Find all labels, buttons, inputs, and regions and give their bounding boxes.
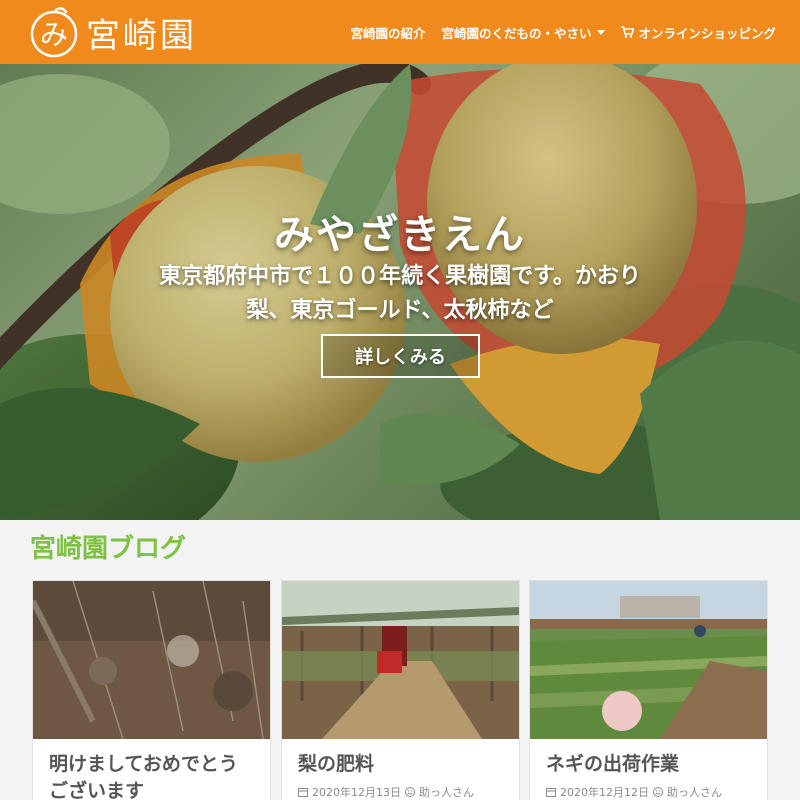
blog-card-image[interactable] (530, 581, 767, 739)
blog-card-title[interactable]: 明けましておめでとうございます (33, 739, 270, 800)
blog-card-title[interactable]: 梨の肥料 (282, 739, 519, 778)
blog-card-image[interactable] (282, 581, 519, 739)
logo-text: 宮崎園 (86, 15, 197, 56)
hero-subtitle: 東京都府中市で１００年続く果樹園です。かおり梨、東京ゴールド、太秋柿など (159, 264, 641, 323)
calendar-icon (546, 788, 556, 797)
post-author[interactable]: 助っ人さん (667, 784, 722, 800)
chevron-down-icon (597, 29, 606, 35)
post-author[interactable]: 助っ人さん (419, 784, 474, 800)
blog-card-image[interactable] (33, 581, 270, 739)
post-date: 2020年12月12日 (560, 786, 649, 799)
blog-card[interactable]: 梨の肥料 2020年12月13日 助っ人さん (281, 580, 520, 800)
blog-card-title[interactable]: ネギの出荷作業 (530, 739, 767, 778)
site-header: み 宮崎園 宮崎園の紹介 宮崎園のくだもの・やさい オンラインショッピング (0, 0, 800, 64)
main-nav: 宮崎園の紹介 宮崎園のくだもの・やさい オンラインショッピング (350, 0, 776, 64)
site-logo[interactable]: み 宮崎園 (26, 4, 197, 60)
calendar-icon (298, 788, 308, 797)
post-date: 2020年12月13日 (312, 786, 401, 799)
blog-card-meta: 2020年12月12日 助っ人さん (530, 778, 767, 800)
nav-item-about[interactable]: 宮崎園の紹介 (350, 23, 425, 42)
blog-card-meta: 2020年12月13日 助っ人さん (282, 778, 519, 800)
hero-banner: みやざきえん 東京都府中市で１００年続く果樹園です。かおり梨、東京ゴールド、太秋… (0, 64, 800, 520)
logo-mark-icon: み (30, 7, 78, 58)
logo-glyph: み (40, 18, 68, 51)
user-icon (653, 787, 663, 797)
blog-heading: 宮崎園ブログ (30, 534, 187, 564)
nav-item-products[interactable]: 宮崎園のくだもの・やさい (441, 23, 606, 42)
hero-title: みやざきえん (274, 212, 526, 258)
details-button[interactable]: 詳しくみる (321, 334, 480, 378)
cart-icon (621, 26, 635, 38)
user-icon (405, 787, 415, 797)
blog-card[interactable]: ネギの出荷作業 2020年12月12日 助っ人さん (529, 580, 768, 800)
blog-card[interactable]: 明けましておめでとうございます (32, 580, 271, 800)
nav-item-shop-label: オンラインショッピング (638, 25, 776, 41)
nav-item-products-label: 宮崎園のくだもの・やさい (441, 25, 592, 41)
nav-item-about-label: 宮崎園の紹介 (350, 25, 426, 41)
nav-item-shop[interactable]: オンラインショッピング (621, 23, 776, 42)
